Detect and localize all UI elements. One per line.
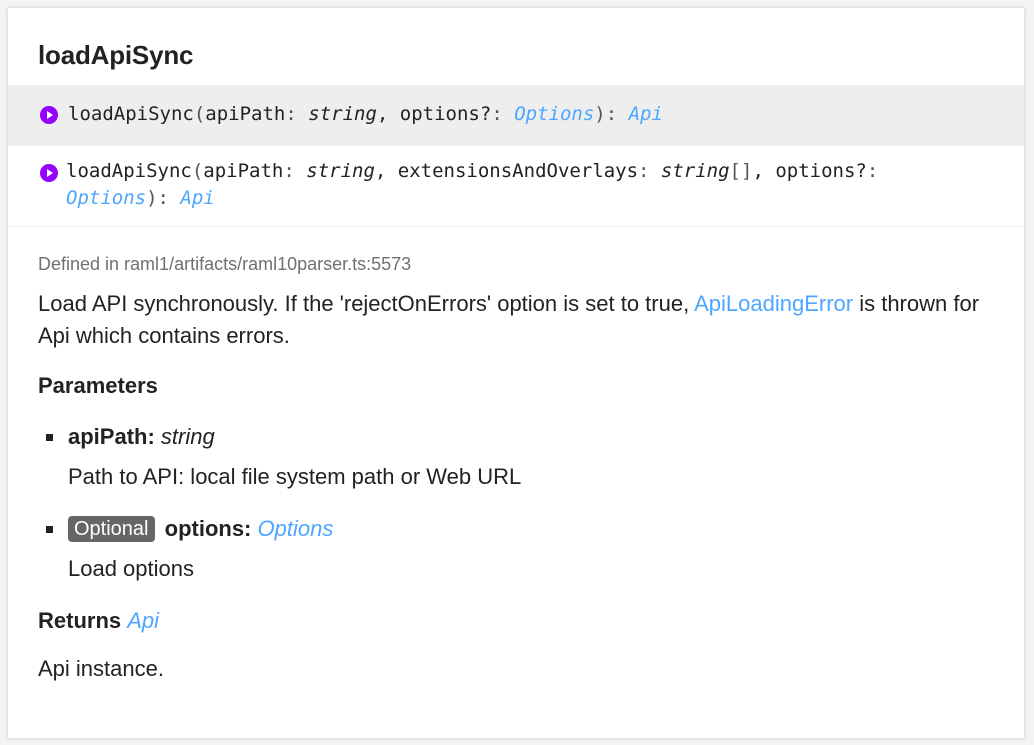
parameter-signature: Optional options: Options [68,514,994,544]
returns-heading: Returns Api [38,608,160,633]
sig-param-name: options? [399,103,492,125]
sig-continuation: Options): Api [66,187,215,209]
sig-param-name: apiPath [203,160,284,182]
defined-in: Defined in raml1/artifacts/raml10parser.… [38,254,412,274]
description: Load API synchronously. If the 'rejectOn… [38,291,980,348]
api-type-link[interactable]: Api [180,187,214,209]
parameter-signature: apiPath: string [68,422,994,452]
parameter-type: string [160,424,215,449]
sig-name: loadApiSync [68,103,194,125]
options-type-link[interactable]: Options [514,103,594,125]
method-icon [40,164,58,182]
bullet-icon [46,434,53,441]
sig-param-type: string [308,103,377,125]
sig-param-name: apiPath [205,103,286,125]
method-icon [40,106,58,124]
parameter-name: options: [164,516,252,541]
bullet-icon [46,526,53,533]
parameter-item: Optional options: Options Load options [38,514,994,584]
sig-param-type: string [660,160,730,182]
method-title: loadApiSync [38,40,194,70]
parameter-description: Load options [68,556,194,581]
parameter-description: Path to API: local file system path or W… [68,464,522,489]
options-type-link[interactable]: Options [258,516,334,541]
signature-2[interactable]: loadApiSync(apiPath: string, extensionsA… [8,145,1024,227]
api-loading-error-link[interactable]: ApiLoadingError [694,291,853,316]
api-type-link[interactable]: Api [629,103,663,125]
parameter-name: apiPath: [68,424,155,449]
parameter-item: apiPath: string Path to API: local file … [38,422,994,492]
sig-param-name: extensionsAndOverlays [397,160,639,182]
signature-1[interactable]: loadApiSync(apiPath: string, options?: O… [8,85,1024,145]
sig-param-name: options? [775,160,867,182]
options-type-link[interactable]: Options [66,187,146,209]
method-panel: loadApiSync loadApiSync(apiPath: string,… [8,8,1024,738]
api-type-link[interactable]: Api [127,608,159,633]
sig-name: loadApiSync [66,160,192,182]
sig-param-type: string [306,160,375,182]
parameters-heading: Parameters [38,373,158,398]
method-body: Defined in raml1/artifacts/raml10parser.… [8,252,1024,684]
returns-description: Api instance. [38,656,164,681]
optional-badge: Optional [68,516,155,542]
